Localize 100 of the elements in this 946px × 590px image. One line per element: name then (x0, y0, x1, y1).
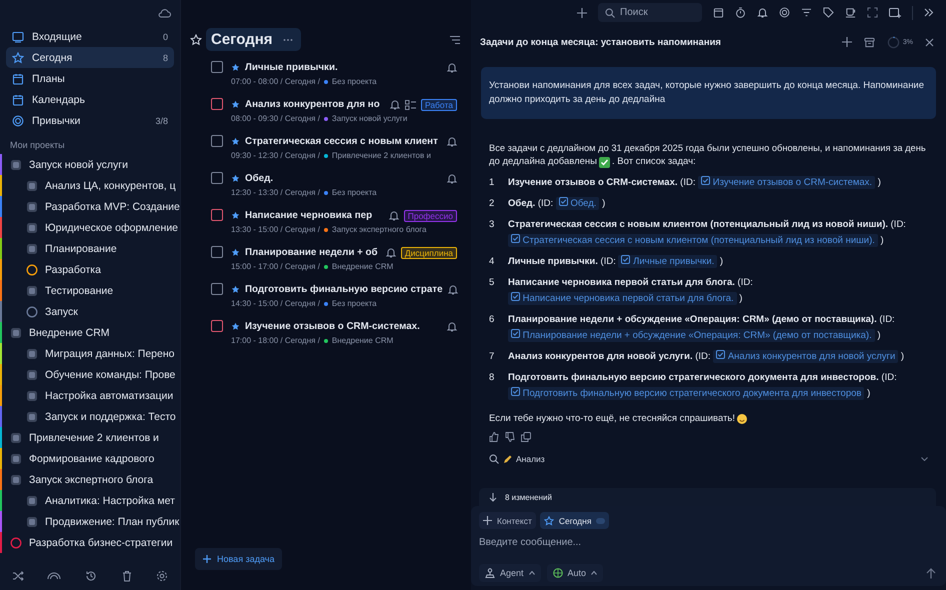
archive-icon[interactable] (864, 36, 875, 48)
project-item[interactable]: Юридическое оформление (0, 217, 180, 238)
task-checkbox[interactable] (211, 209, 223, 221)
sidebar-item[interactable]: Привычки 3/8 (6, 110, 174, 131)
project-item[interactable]: Анализ ЦА, конкурентов, ц (0, 175, 180, 196)
task-link[interactable]: Планирование недели + обсуждение «Операция: CRM» (демо от поставщика). (508, 329, 875, 342)
project-item[interactable]: Разработка (0, 259, 180, 280)
close-icon[interactable] (925, 38, 934, 46)
sort-icon[interactable] (449, 34, 461, 44)
task-title[interactable]: Обед. (245, 173, 442, 184)
add-icon[interactable] (577, 8, 587, 18)
task-link[interactable]: Написание черновика первой статьи для блога. (508, 292, 737, 305)
context-chip[interactable]: Контекст (479, 512, 536, 529)
project-item[interactable]: Запуск (0, 301, 180, 322)
project-item[interactable]: Миграция данных: Перено (0, 343, 180, 364)
project-item[interactable]: Запуск экспертного блога (0, 469, 180, 490)
send-icon[interactable] (926, 568, 936, 578)
sidebar-item[interactable]: Планы (6, 68, 174, 89)
tag-icon[interactable] (823, 7, 834, 18)
project-item[interactable]: Запуск и поддержка: Тесто (0, 406, 180, 427)
task-checkbox[interactable] (211, 98, 223, 110)
history-icon[interactable] (84, 570, 97, 582)
task-schedule: 14:30 - 15:00 / Сегодня / (231, 299, 320, 308)
task-link[interactable]: Личные привычки. (618, 255, 718, 268)
thumbs-down-icon[interactable] (505, 432, 515, 442)
double-chevron-icon[interactable] (924, 8, 934, 17)
mode-dropdown[interactable]: Agent (479, 564, 541, 582)
project-item[interactable]: Разработка MVP: Создание (0, 196, 180, 217)
model-dropdown[interactable]: Auto (546, 564, 604, 582)
bell-icon[interactable] (447, 321, 457, 332)
message-input[interactable]: Введите сообщение... (479, 537, 940, 548)
task-link[interactable]: Подготовить финальную версию стратегического документа для инвесторов (508, 387, 864, 400)
list-title[interactable]: Сегодня (206, 28, 301, 51)
bell-icon[interactable] (447, 62, 457, 73)
bell-icon[interactable] (447, 173, 457, 184)
project-item[interactable]: Внедрение CRM (0, 322, 180, 343)
thumbs-up-icon[interactable] (489, 432, 499, 442)
task-link[interactable]: Обед. (556, 197, 600, 210)
shuffle-icon[interactable] (12, 570, 24, 582)
task-title[interactable]: Стратегическая сессия с новым клиент (245, 136, 442, 147)
task-checkbox[interactable] (211, 320, 223, 332)
project-item[interactable]: Планирование (0, 238, 180, 259)
task-title[interactable]: Планирование недели + об (245, 247, 381, 258)
project-item[interactable]: Аналитика: Настройка мет (0, 490, 180, 511)
window-add-icon[interactable] (889, 7, 901, 18)
task-link[interactable]: Стратегическая сессия с новым клиентом (потенциальный лид из новой ниши). (508, 234, 878, 247)
plus-icon (483, 516, 492, 525)
task-title[interactable]: Подготовить финальную версию страте (245, 284, 443, 295)
project-item[interactable]: Формирование кадрового (0, 448, 180, 469)
more-icon[interactable] (282, 38, 293, 42)
cloud-icon[interactable] (158, 8, 171, 18)
new-task-button[interactable]: Новая задача (195, 548, 282, 570)
list-number: 2 (489, 197, 495, 211)
changes-bar[interactable]: 8 изменений (479, 488, 936, 506)
target-icon[interactable] (779, 7, 790, 18)
bell-icon[interactable] (388, 210, 399, 221)
sidebar-item[interactable]: Сегодня 8 (6, 47, 174, 68)
task-link[interactable]: Изучение отзывов о CRM-системах. (698, 176, 876, 189)
pencil-icon (503, 454, 512, 464)
trash-icon[interactable] (120, 570, 133, 582)
arc-icon[interactable] (47, 570, 62, 582)
task-checkbox[interactable] (211, 172, 223, 184)
calendar-icon[interactable] (713, 7, 724, 18)
search-field[interactable]: Поиск (598, 3, 702, 22)
list-item-text: Личные привычки. (ID: Личные привычки. ) (508, 254, 724, 270)
task-tag: Дисциплина (400, 246, 457, 258)
sidebar-item[interactable]: Календарь (6, 89, 174, 110)
bell-icon[interactable] (757, 7, 768, 18)
timer-icon[interactable] (735, 7, 746, 18)
project-item[interactable]: Настройка автоматизации (0, 385, 180, 406)
project-item[interactable]: Привлечение 2 клиентов и (0, 427, 180, 448)
task-checkbox[interactable] (211, 283, 223, 295)
project-item[interactable]: Запуск новой услуги (0, 154, 180, 175)
project-item[interactable]: Тестирование (0, 280, 180, 301)
project-item[interactable]: Разработка бизнес-стратегии (0, 532, 180, 553)
copy-icon[interactable] (521, 432, 531, 442)
project-item[interactable]: Обучение команды: Прове (0, 364, 180, 385)
task-link[interactable]: Анализ конкурентов для новой услуги (713, 350, 898, 363)
sidebar-item[interactable]: Входящие 0 (6, 26, 174, 47)
cup-icon[interactable] (845, 7, 856, 18)
filter-icon[interactable] (801, 8, 812, 17)
bell-icon[interactable] (390, 99, 400, 110)
context-chip[interactable]: Сегодня (540, 512, 610, 529)
bell-icon[interactable] (386, 247, 396, 258)
task-checkbox[interactable] (211, 246, 223, 258)
calendar-icon (12, 72, 24, 84)
list-item-text: Планирование недели + обсуждение «Операция: CRM» (демо от поставщика). (ID: Планирование недели + обсуждение «Операция: CRM» (демо от поставщика). ) (508, 313, 896, 344)
add-icon[interactable] (842, 37, 852, 47)
task-title[interactable]: Анализ конкурентов для но (245, 99, 385, 110)
analysis-row[interactable]: Анализ (489, 454, 928, 464)
bell-icon[interactable] (448, 284, 458, 295)
bell-icon[interactable] (447, 136, 457, 147)
task-checkbox[interactable] (211, 135, 223, 147)
task-title[interactable]: Личные привычки. (245, 62, 442, 73)
task-project: Внедрение CRM (332, 262, 394, 271)
task-title[interactable]: Написание черновика пер (245, 210, 384, 221)
focus-icon[interactable] (867, 7, 878, 18)
project-item[interactable]: Продвижение: План публик (0, 511, 180, 532)
task-title[interactable]: Изучение отзывов о CRM-системах. (245, 321, 442, 332)
task-checkbox[interactable] (211, 61, 223, 73)
